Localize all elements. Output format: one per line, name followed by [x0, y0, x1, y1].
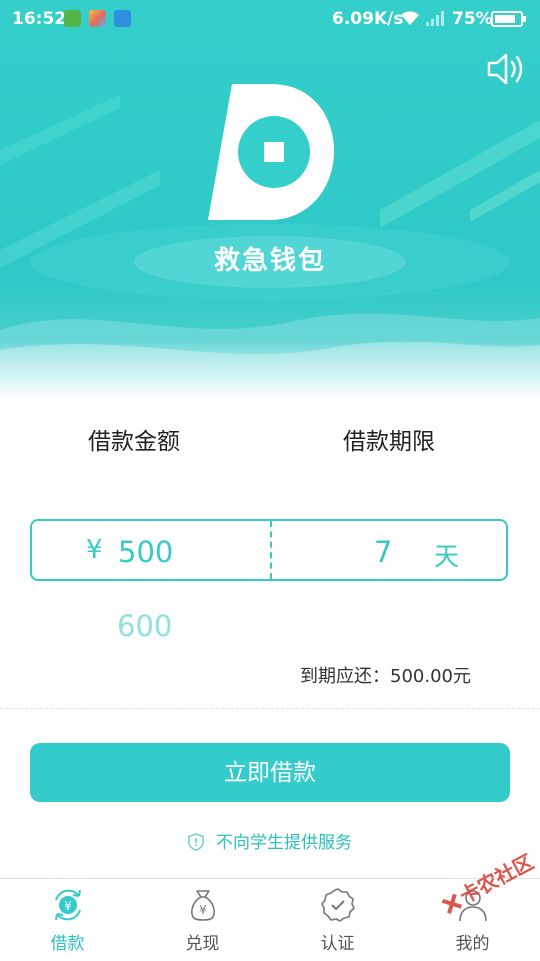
- app-notification-icon: [89, 10, 106, 27]
- tab-label-mine: 我的: [455, 934, 490, 954]
- svg-text:¥: ¥: [199, 903, 207, 917]
- tab-cashout[interactable]: ¥ 兑现: [135, 879, 270, 961]
- student-notice: 不向学生提供服务: [0, 828, 540, 853]
- section-divider: [0, 708, 540, 709]
- loan-picker: ¥ 500 7 天: [30, 519, 508, 581]
- app-name: 救急钱包: [213, 246, 326, 276]
- verify-badge-icon: [321, 888, 355, 922]
- borrow-now-button[interactable]: 立即借款: [30, 743, 510, 802]
- currency-symbol: ¥: [86, 535, 103, 565]
- tab-verify[interactable]: 认证: [270, 879, 405, 961]
- term-label: 借款期限: [343, 429, 435, 455]
- wechat-notification-icon: [64, 10, 81, 27]
- amount-selected-value[interactable]: 500: [118, 535, 173, 569]
- battery-icon: [491, 11, 526, 27]
- status-bar: 16:52 6.09K/s 75%: [0, 0, 540, 38]
- tab-label-cashout: 兑现: [185, 934, 220, 954]
- amount-option-next[interactable]: 600: [117, 609, 172, 643]
- tab-label-loan: 借款: [50, 934, 85, 954]
- money-bag-icon: ¥: [191, 890, 215, 921]
- speaker-icon[interactable]: [486, 52, 526, 86]
- svg-text:¥: ¥: [64, 899, 72, 913]
- term-selected-value[interactable]: 7: [374, 535, 392, 569]
- app-logo: [208, 84, 334, 220]
- battery-percentage: 75%: [452, 9, 493, 29]
- status-time: 16:52: [12, 9, 67, 29]
- shield-icon: [188, 833, 204, 851]
- network-speed: 6.09K/s: [332, 9, 404, 29]
- due-amount-text: 到期应还：500.00元: [300, 666, 471, 687]
- tab-loan[interactable]: ¥ 借款: [0, 879, 135, 961]
- tab-label-verify: 认证: [320, 934, 355, 954]
- picker-divider: [270, 521, 272, 579]
- loan-icon: ¥: [55, 889, 81, 921]
- signal-icon: [426, 11, 444, 26]
- scan-notification-icon: [114, 10, 131, 27]
- term-unit: 天: [434, 542, 460, 571]
- wifi-icon: [401, 11, 419, 25]
- amount-label: 借款金额: [88, 429, 180, 455]
- student-notice-text: 不向学生提供服务: [216, 833, 352, 853]
- hero-header: 16:52 6.09K/s 75% 救急钱包: [0, 0, 540, 400]
